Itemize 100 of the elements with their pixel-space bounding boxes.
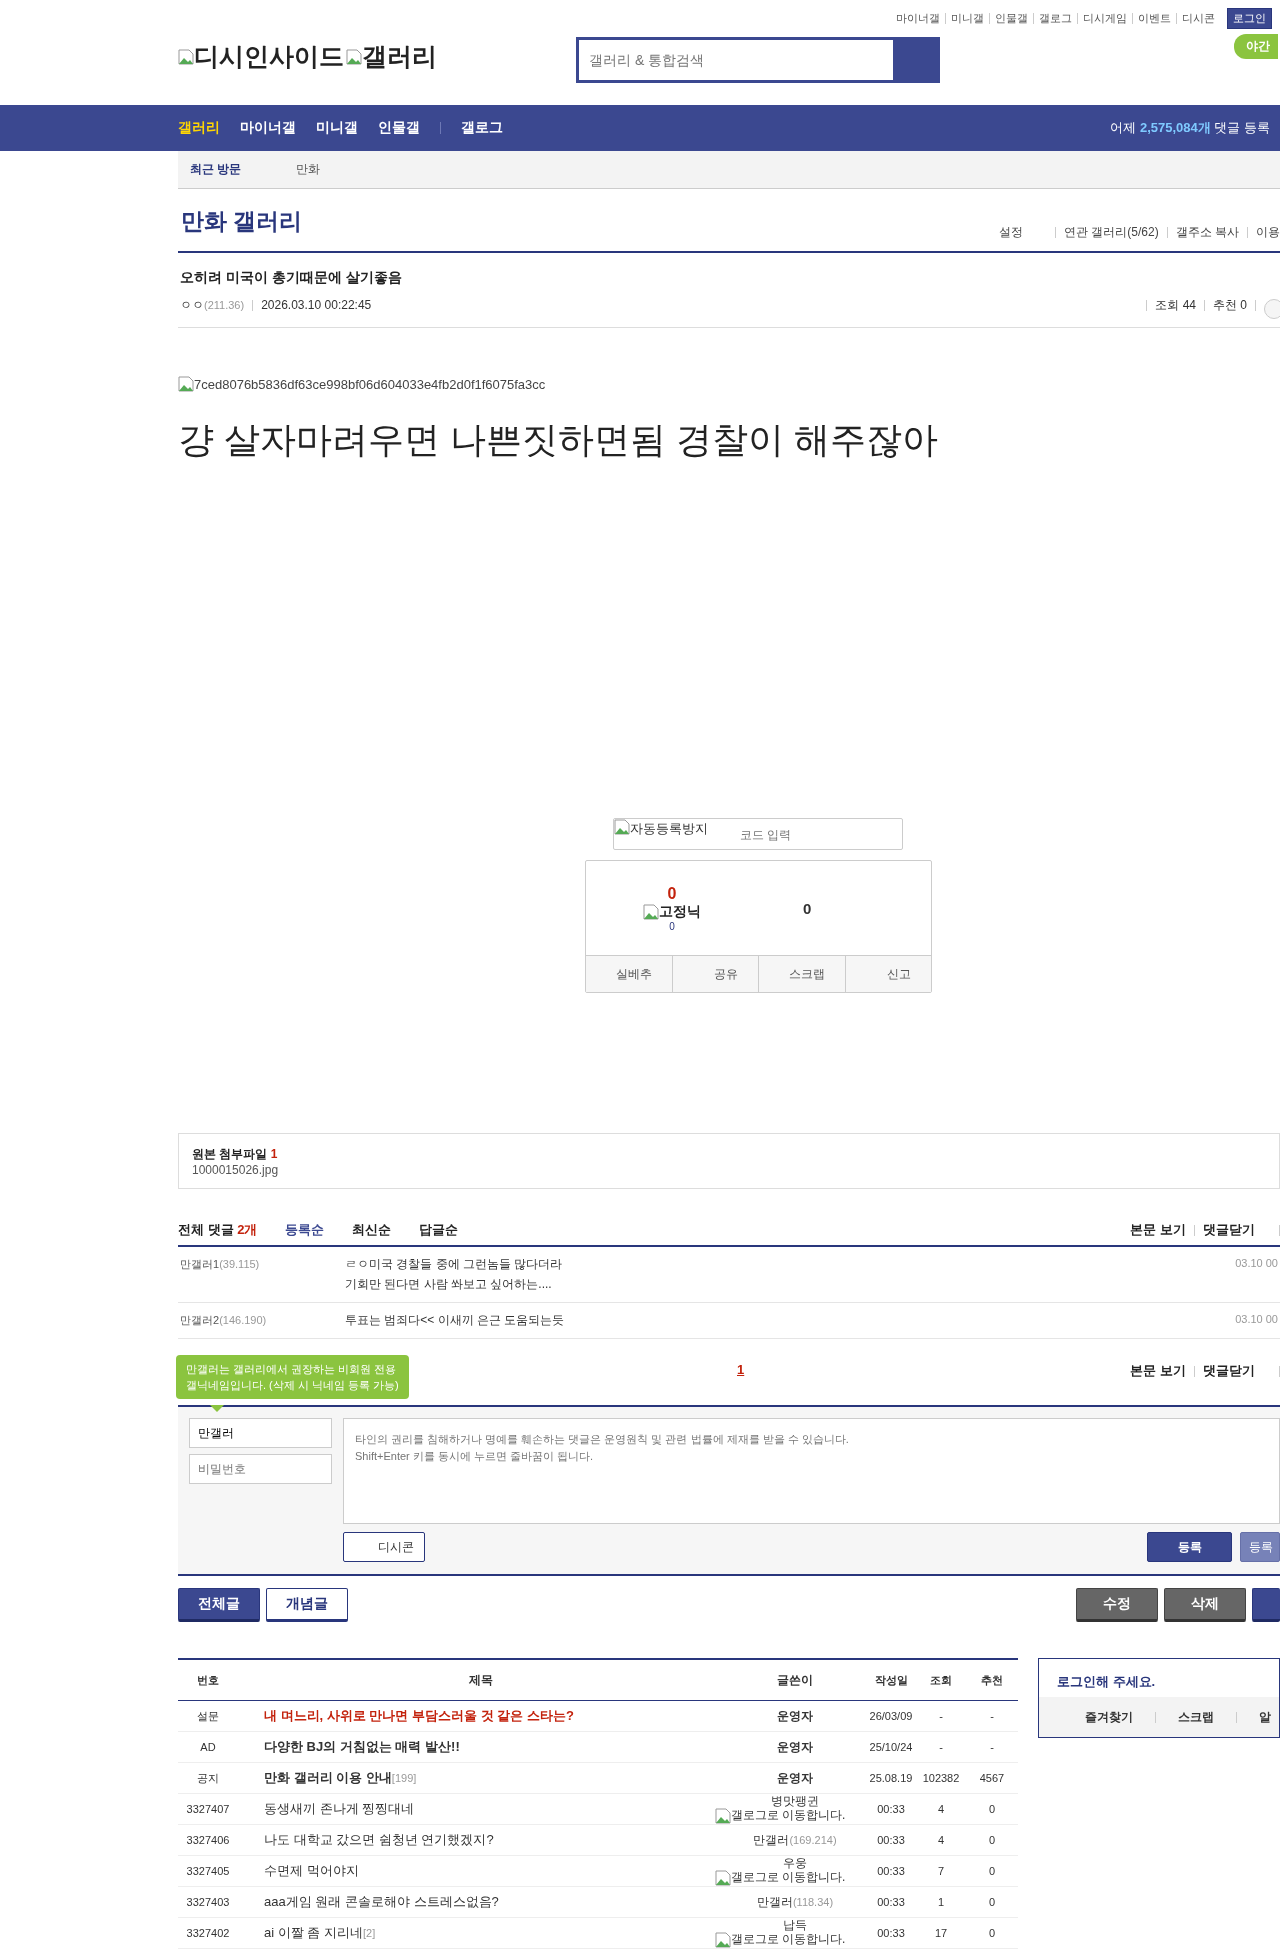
nickname-field[interactable]: 만갤러 <box>189 1418 332 1448</box>
submit-button[interactable]: 등록 <box>1147 1532 1232 1562</box>
list-button[interactable]: 전체글 <box>178 1588 260 1622</box>
image-alt-text: 7ced8076b5836df63ce998bf06d604033e4fb2d0f1f6075fa3cc <box>194 376 546 392</box>
view-count: - <box>939 1741 943 1753</box>
post-subject-link[interactable]: 동생새끼 존나게 찡찡대네 <box>264 1801 415 1816</box>
column-header: 글쓴이 <box>724 1659 866 1701</box>
vote-action-button[interactable]: 스크랩 <box>758 956 845 992</box>
dccon-button[interactable]: 디시콘 <box>343 1532 425 1562</box>
gallery-link[interactable]: 갤주소 복사 <box>1175 224 1239 241</box>
search-field[interactable]: 갤러리 & 통합검색 <box>576 37 896 83</box>
login-prompt[interactable]: 로그인해 주세요. <box>1039 1659 1279 1697</box>
page-link[interactable]: 1 <box>737 1362 745 1377</box>
post-action-button[interactable]: 삭제 <box>1164 1588 1246 1622</box>
downvote-count: 0 <box>803 899 812 917</box>
comment-count-text: 어제 2,575,084개 댓글 등록 <box>1110 119 1270 137</box>
view-count: 102382 <box>922 1772 960 1784</box>
captcha-alt-text: 자동등록방지 <box>630 820 708 838</box>
broken-image-icon <box>178 376 194 392</box>
nav-tab[interactable]: 갤러리 <box>178 119 220 137</box>
comment-action-link[interactable]: 본문 보기 <box>1130 1362 1186 1380</box>
write-button[interactable] <box>1252 1588 1280 1622</box>
writer-name[interactable]: 운영자 <box>777 1708 813 1723</box>
top-link[interactable]: 이벤트 <box>1138 11 1171 26</box>
post-title: 오히려 미국이 총기때문에 살기좋음 <box>180 269 403 287</box>
password-field[interactable]: 비밀번호 <box>189 1454 332 1484</box>
post-action-button[interactable]: 수정 <box>1076 1588 1158 1622</box>
comment-textarea[interactable]: 타인의 권리를 침해하거나 명예를 훼손하는 댓글은 운영원칙 및 관련 법률에 제재를 받을 수 있습니다. Shift+Enter 키를 동시에 누르면 줄바꿈이 됩니다. <box>343 1418 1280 1524</box>
gallery-title[interactable]: 만화 갤러리 <box>181 205 303 237</box>
post-subject-link[interactable]: 다양한 BJ의 거침없는 매력 발산!! <box>264 1739 460 1754</box>
gallog-alt-text[interactable]: 갤로그로 이동합니다. <box>730 1809 846 1822</box>
writer-name[interactable]: 우웅 <box>783 1855 807 1870</box>
writer-name[interactable]: 운영자 <box>777 1770 813 1785</box>
nav-tab[interactable]: 갤로그 <box>461 119 503 137</box>
attachment-file-link[interactable]: 1000015026.jpg <box>192 1163 279 1177</box>
comment-action-link[interactable]: 댓글닫기 <box>1203 1221 1255 1239</box>
vote-action-button[interactable]: 공유 <box>671 956 758 992</box>
captcha-code-field[interactable]: 코드 입력 <box>738 827 862 843</box>
sort-tab[interactable]: 답글순 <box>419 1221 459 1239</box>
comment-action-link[interactable]: 댓글닫기 <box>1203 1362 1255 1380</box>
top-link[interactable]: 디시콘 <box>1182 11 1215 26</box>
broken-image-icon <box>714 1807 731 1824</box>
login-box-link[interactable]: 알 <box>1259 1708 1271 1726</box>
writer-name[interactable]: 만갤러 <box>756 1894 793 1909</box>
top-link[interactable]: 인물갤 <box>995 11 1028 26</box>
submit-button[interactable]: 등록 <box>1240 1532 1280 1562</box>
column-header: 조회 <box>916 1659 966 1701</box>
tooltip-pointer <box>210 1405 224 1412</box>
gallery-link[interactable]: 설정 <box>998 224 1023 241</box>
gallog-alt-text[interactable]: 갤로그로 이동합니다. <box>730 1871 846 1884</box>
sort-tab[interactable]: 최신순 <box>352 1221 392 1239</box>
post-date: 00:33 <box>877 1927 905 1939</box>
top-link[interactable]: 디시게임 <box>1083 11 1127 26</box>
logo-alt-text[interactable]: 갤러리 <box>362 40 437 73</box>
gallery-link[interactable]: 연관 갤러리(5/62) <box>1063 224 1159 241</box>
recent-gallery-link[interactable]: 만화 <box>296 161 321 178</box>
recommend-count: 0 <box>988 1927 996 1939</box>
commenter-name[interactable]: 만갤러2(146.190) <box>180 1313 345 1330</box>
author-name[interactable]: ㅇㅇ(211.36) <box>180 296 245 314</box>
logo-alt-text[interactable]: 디시인사이드 <box>194 40 344 73</box>
writer-name[interactable]: 병맛팽귄 <box>771 1793 819 1808</box>
writer-name[interactable]: 납득 <box>783 1917 807 1932</box>
gallog-alt-text[interactable]: 갤로그로 이동합니다. <box>730 1933 846 1946</box>
broken-image-icon <box>714 1869 731 1886</box>
list-button[interactable]: 개념글 <box>266 1588 348 1622</box>
gallery-link[interactable]: 이용 <box>1256 224 1280 241</box>
recommend-count: 0 <box>988 1803 996 1815</box>
recommend-count: - <box>990 1710 994 1722</box>
post-subject-link[interactable]: ai 이짤 좀 지리네 <box>264 1925 363 1940</box>
vote-action-button[interactable]: 실베추 <box>586 956 672 992</box>
nav-tab[interactable]: 미니갤 <box>316 119 358 137</box>
post-subject-link[interactable]: 수면제 먹어야지 <box>264 1863 359 1878</box>
sort-tab[interactable]: 등록순 <box>285 1221 325 1239</box>
login-box-link[interactable]: 즐겨찾기 <box>1085 1708 1133 1726</box>
top-link[interactable]: 마이너갤 <box>896 11 940 26</box>
nav-tab[interactable]: 마이너갤 <box>240 119 296 137</box>
comment-action-link[interactable]: 본문 보기 <box>1130 1221 1186 1239</box>
login-button[interactable]: 로그인 <box>1227 8 1272 29</box>
commenter-name[interactable]: 만갤러1(39.115) <box>180 1257 345 1294</box>
top-link[interactable]: 갤로그 <box>1039 11 1072 26</box>
post-date: 00:33 <box>877 1865 905 1877</box>
comment-circle-button[interactable] <box>1264 299 1280 319</box>
post-subject-link[interactable]: 나도 대학교 갔으면 쉼청년 연기했겠지? <box>264 1832 494 1847</box>
login-box-link[interactable]: 스크랩 <box>1178 1708 1214 1726</box>
post-subject-link[interactable]: aaa게임 원래 콘솔로해야 스트레스없음? <box>264 1894 499 1909</box>
writer-ip: (169.214) <box>789 1833 837 1846</box>
nav-tab[interactable]: 인물갤 <box>378 119 420 137</box>
recommend-count: 0 <box>988 1896 996 1908</box>
writer-name[interactable]: 만갤러 <box>753 1832 790 1847</box>
post-date: 25/10/24 <box>869 1741 913 1753</box>
post-subject-link[interactable]: 내 며느리, 사위로 만나면 부담스러울 것 같은 스타는? <box>264 1708 574 1723</box>
top-link[interactable]: 미니갤 <box>951 11 984 26</box>
writer-name[interactable]: 운영자 <box>777 1739 813 1754</box>
recommend-count: 4567 <box>979 1772 1005 1784</box>
search-button[interactable] <box>896 37 940 83</box>
view-count: - <box>939 1710 943 1722</box>
post-subject-link[interactable]: 만화 갤러리 이용 안내 <box>264 1770 392 1785</box>
vote-action-button[interactable]: 신고 <box>844 956 931 992</box>
post-date: 26/03/09 <box>869 1710 913 1722</box>
view-count: 조회 44 <box>1155 296 1196 314</box>
